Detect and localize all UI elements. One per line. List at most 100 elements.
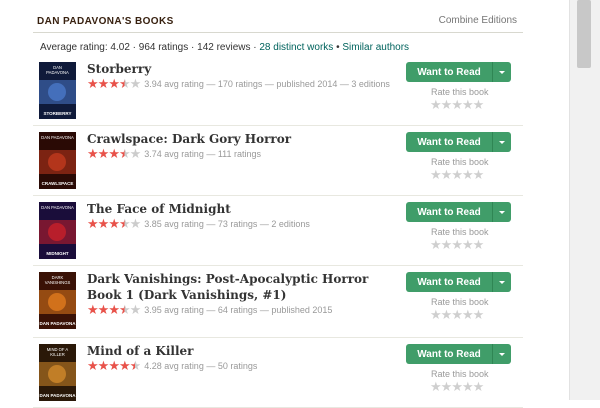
book-cover[interactable]: MIND OF A KILLER DAN PADAVONA: [39, 344, 76, 401]
author-stats: Average rating: 4.02 · 964 ratings · 142…: [40, 42, 523, 56]
want-to-read-group: Want to Read: [406, 132, 511, 152]
page-title: DAN PADAVONA'S BOOKS: [37, 16, 174, 27]
rate-star-icon[interactable]: ★: [441, 97, 453, 113]
rate-star-icon[interactable]: ★: [451, 237, 463, 253]
rating-details: 3.85 avg rating — 73 ratings — 2 edition…: [144, 218, 310, 229]
star-icon: ★: [108, 145, 120, 161]
avg-rating-stars: ★★★★★: [87, 357, 142, 374]
star-icon: ★: [87, 301, 99, 317]
rate-star-icon[interactable]: ★: [430, 379, 442, 395]
rate-star-icon[interactable]: ★: [462, 97, 474, 113]
rate-star-icon[interactable]: ★: [462, 379, 474, 395]
star-icon: ★: [129, 301, 142, 317]
avg-rating-stars: ★★★★★: [87, 301, 142, 318]
cover-top-text: DAN PADAVONA: [41, 205, 74, 210]
star-icon: ★: [118, 357, 131, 373]
want-to-read-button[interactable]: Want to Read: [406, 344, 493, 364]
rate-star-icon[interactable]: ★: [441, 379, 453, 395]
cover-bottom-text: MIDNIGHT: [46, 251, 68, 256]
rate-star-icon[interactable]: ★: [473, 97, 485, 113]
star-icon: ★: [97, 357, 110, 373]
rate-star-icon[interactable]: ★: [473, 237, 485, 253]
rate-star-icon[interactable]: ★: [430, 307, 442, 323]
book-cover[interactable]: DAN PADAVONA STORBERRY: [39, 62, 76, 119]
book-cover[interactable]: DARK VANISHINGS DAN PADAVONA: [39, 272, 76, 329]
rate-star-icon[interactable]: ★: [462, 237, 474, 253]
rate-star-icon[interactable]: ★: [430, 97, 442, 113]
books-panel: DAN PADAVONA'S BOOKS Combine Editions Av…: [33, 0, 523, 408]
stats-text: Average rating: 4.02 · 964 ratings · 142…: [40, 42, 260, 53]
rate-star-icon[interactable]: ★: [462, 307, 474, 323]
shelf-dropdown-button[interactable]: [493, 344, 511, 364]
star-icon: ★: [87, 357, 99, 373]
want-to-read-button[interactable]: Want to Read: [406, 62, 493, 82]
star-icon: ★: [118, 301, 131, 317]
book-cover[interactable]: DAN PADAVONA CRAWLSPACE: [39, 132, 76, 189]
cover-bottom-text: CRAWLSPACE: [42, 181, 74, 186]
cover-bottom-text: STORBERRY: [43, 111, 71, 116]
cover-bottom-text: DAN PADAVONA: [39, 393, 76, 398]
rate-star-icon[interactable]: ★: [451, 167, 463, 183]
rate-star-icon[interactable]: ★: [451, 97, 463, 113]
scrollbar-thumb[interactable]: [577, 0, 591, 68]
chevron-down-icon: [499, 140, 505, 144]
chevron-down-icon: [499, 210, 505, 214]
book-meta: ★★★★★ 3.74 avg rating — 111 ratings: [87, 145, 261, 161]
want-to-read-group: Want to Read: [406, 344, 511, 364]
star-icon: ★: [118, 215, 131, 231]
book-meta: ★★★★★ 3.85 avg rating — 73 ratings — 2 ed…: [87, 215, 310, 232]
rate-this-book-label: Rate this book: [431, 227, 489, 237]
star-icon: ★: [87, 215, 99, 231]
star-icon: ★: [118, 145, 131, 161]
combine-editions-link[interactable]: Combine Editions: [439, 15, 517, 26]
rate-star-icon[interactable]: ★: [451, 307, 463, 323]
rating-details: 3.94 avg rating — 170 ratings — publishe…: [144, 78, 390, 89]
want-to-read-button[interactable]: Want to Read: [406, 202, 493, 222]
rate-this-book-label: Rate this book: [431, 87, 489, 97]
rate-star-icon[interactable]: ★: [462, 167, 474, 183]
rate-star-icon[interactable]: ★: [473, 167, 485, 183]
chevron-down-icon: [499, 70, 505, 74]
rate-this-book-label: Rate this book: [431, 297, 489, 307]
distinct-works-link[interactable]: 28 distinct works: [259, 42, 333, 53]
want-to-read-button[interactable]: Want to Read: [406, 132, 493, 152]
cover-top2-text: KILLER: [50, 352, 64, 357]
book-meta: ★★★★★ 4.28 avg rating — 50 ratings: [87, 357, 257, 374]
book-row: MIND OF A KILLER DAN PADAVONA Mind of a Kil…: [33, 338, 523, 408]
shelf-dropdown-button[interactable]: [493, 202, 511, 222]
book-cover[interactable]: DAN PADAVONA MIDNIGHT: [39, 202, 76, 259]
similar-authors-link[interactable]: Similar authors: [342, 42, 409, 53]
rating-details: 3.95 avg rating — 64 ratings — published…: [144, 304, 333, 315]
star-icon: ★: [108, 215, 120, 231]
rate-stars: ★★★★★: [430, 307, 485, 323]
star-icon: ★: [129, 215, 142, 231]
rate-star-icon[interactable]: ★: [441, 237, 453, 253]
rate-star-icon[interactable]: ★: [441, 167, 453, 183]
shelf-dropdown-button[interactable]: [493, 272, 511, 292]
rate-star-icon[interactable]: ★: [441, 307, 453, 323]
rate-stars: ★★★★★: [430, 237, 485, 253]
book-title-link[interactable]: Dark Vanishings: Post-Apocalyptic Horror…: [87, 271, 397, 303]
star-icon: ★: [108, 301, 120, 317]
book-list: DAN PADAVONA STORBERRY Storberry ★★★★★ 3.94 a…: [33, 56, 523, 408]
avg-rating-stars: ★★★★★: [87, 215, 142, 232]
book-meta: ★★★★★ 3.94 avg rating — 170 ratings — pub…: [87, 75, 390, 92]
star-icon: ★: [108, 357, 120, 373]
star-icon: ★: [129, 357, 142, 373]
rate-star-icon[interactable]: ★: [430, 237, 442, 253]
rate-this-book-label: Rate this book: [431, 369, 489, 379]
shelf-dropdown-button[interactable]: [493, 62, 511, 82]
shelf-dropdown-button[interactable]: [493, 132, 511, 152]
star-icon: ★: [97, 145, 110, 161]
rate-star-icon[interactable]: ★: [430, 167, 442, 183]
cover-top-text: DAN PADAVONA: [41, 135, 74, 140]
want-to-read-button[interactable]: Want to Read: [406, 272, 493, 292]
rate-star-icon[interactable]: ★: [451, 379, 463, 395]
want-to-read-group: Want to Read: [406, 62, 511, 82]
star-icon: ★: [87, 75, 99, 91]
rate-star-icon[interactable]: ★: [473, 307, 485, 323]
avg-rating-stars: ★★★★★: [87, 75, 141, 92]
chevron-down-icon: [499, 280, 505, 284]
rate-star-icon[interactable]: ★: [473, 379, 485, 395]
section-header: DAN PADAVONA'S BOOKS Combine Editions: [33, 0, 523, 33]
